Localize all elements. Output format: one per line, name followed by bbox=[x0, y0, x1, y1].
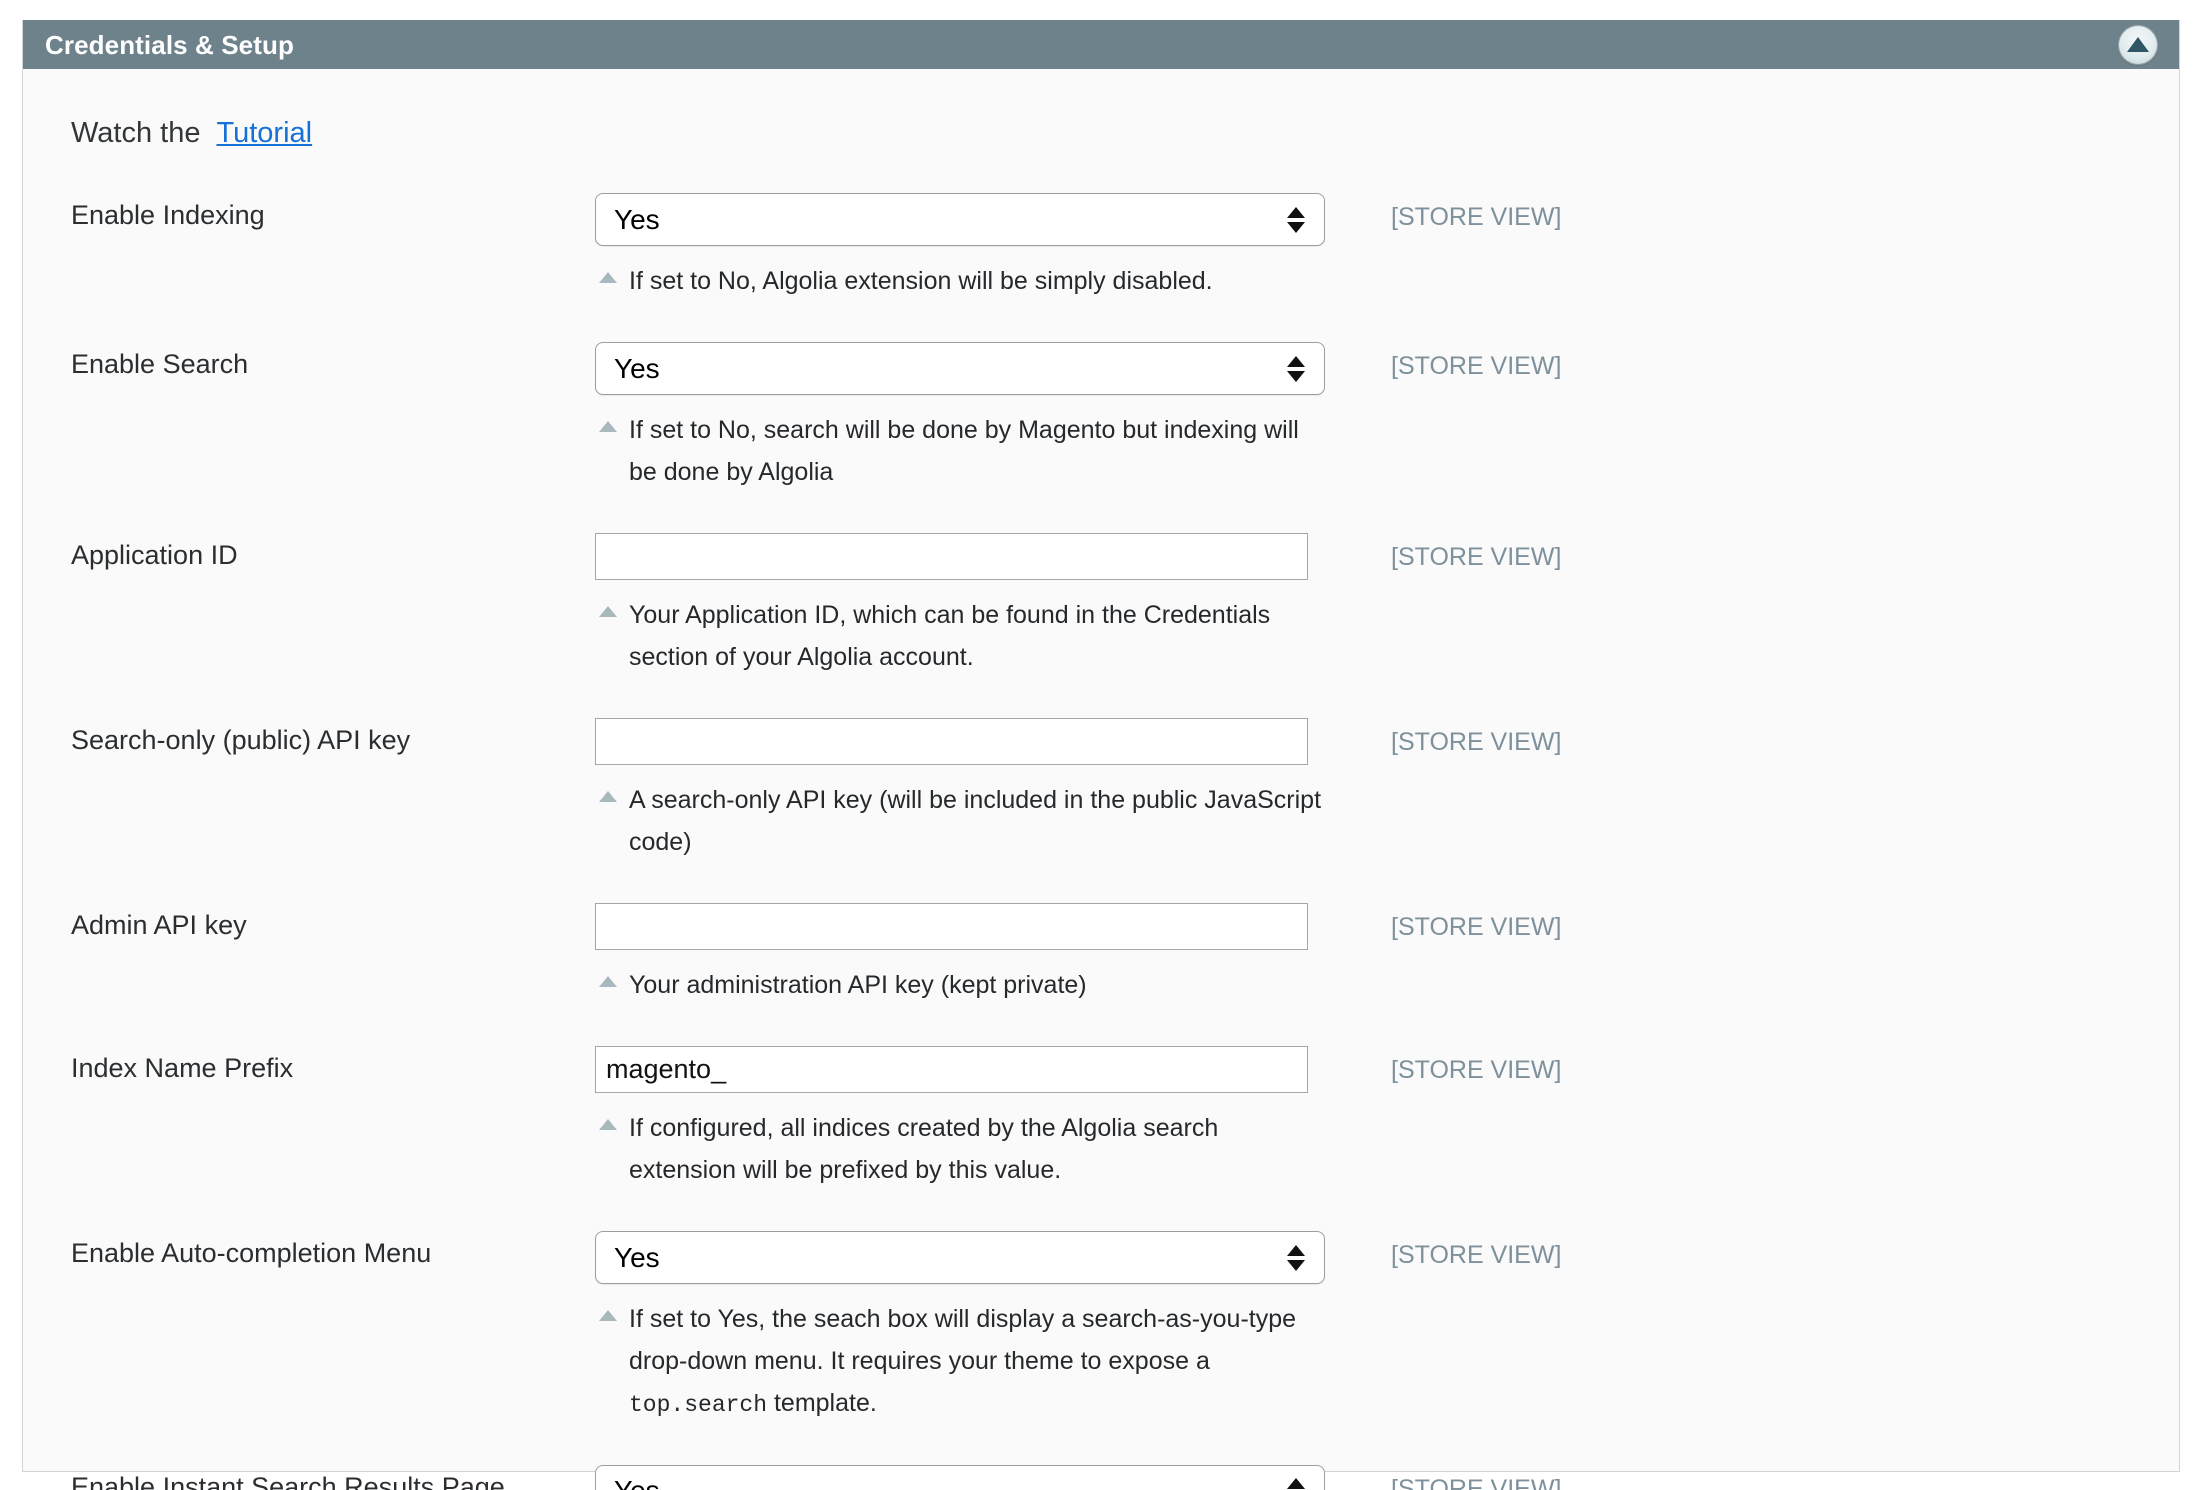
field-control: Yes If set to No, search will be done by … bbox=[595, 342, 1325, 493]
select-stepper-arrows-icon[interactable] bbox=[1287, 1478, 1305, 1490]
chevron-up-icon bbox=[1287, 1244, 1305, 1256]
field-label: Enable Indexing bbox=[71, 200, 265, 230]
scope-label: [STORE VIEW] bbox=[1391, 1474, 1562, 1490]
hint-text: A search-only API key (will be included … bbox=[629, 786, 1322, 856]
chevron-down-icon bbox=[1287, 1259, 1305, 1271]
field-row-enable-search: Enable Search Yes If set to No, search wil… bbox=[23, 342, 2179, 493]
field-label: Enable Instant Search Results Page bbox=[71, 1471, 505, 1490]
select-stepper-arrows-icon[interactable] bbox=[1287, 1244, 1305, 1271]
triangle-up-bullet-icon bbox=[599, 272, 617, 283]
field-label: Index Name Prefix bbox=[71, 1053, 294, 1083]
tutorial-prefix-label: Watch the bbox=[71, 117, 201, 149]
field-control: A search-only API key (will be included … bbox=[595, 718, 1325, 863]
hint-text: template. bbox=[767, 1389, 877, 1417]
select-enable-instant-search-results-page[interactable]: Yes bbox=[595, 1464, 1325, 1490]
scope-label: [STORE VIEW] bbox=[1391, 203, 1562, 231]
select-value: Yes bbox=[614, 1241, 660, 1273]
field-row-enable-instant-search-results-page: Enable Instant Search Results Page YesIf … bbox=[23, 1464, 2179, 1490]
select-value: Yes bbox=[614, 1475, 660, 1490]
row-spacer bbox=[23, 302, 2179, 342]
scope-label: [STORE VIEW] bbox=[1391, 543, 1562, 571]
field-row-enable-auto-completion-menu: Enable Auto-completion Menu Yes If set to … bbox=[23, 1231, 2179, 1425]
input-search-only-public-api-key[interactable] bbox=[595, 718, 1308, 765]
hint-text: If set to No, Algolia extension will be … bbox=[629, 267, 1213, 295]
field-control: Yes If set to No, Algolia extension will … bbox=[595, 193, 1325, 302]
scope-label: [STORE VIEW] bbox=[1391, 913, 1562, 941]
hint-text: Your administration API key (kept privat… bbox=[629, 971, 1087, 999]
row-spacer bbox=[23, 1006, 2179, 1046]
tutorial-link[interactable]: Tutorial bbox=[216, 117, 312, 150]
field-label: Search-only (public) API key bbox=[71, 725, 411, 755]
tutorial-row: Watch the Tutorial bbox=[23, 117, 2179, 150]
triangle-up-bullet-icon bbox=[599, 606, 617, 617]
select-value: Yes bbox=[614, 203, 660, 235]
panel-title: Credentials & Setup bbox=[45, 29, 294, 60]
field-hint: If set to No, Algolia extension will be … bbox=[595, 260, 1325, 302]
chevron-up-icon bbox=[1287, 1478, 1305, 1490]
field-label: Enable Auto-completion Menu bbox=[71, 1238, 432, 1268]
page-root: Credentials & Setup Watch the Tutorial E… bbox=[0, 0, 2200, 1490]
field-control: Your administration API key (kept privat… bbox=[595, 903, 1325, 1006]
scope-label: [STORE VIEW] bbox=[1391, 1241, 1562, 1269]
field-hint: Your administration API key (kept privat… bbox=[595, 964, 1325, 1006]
hint-text: Your Application ID, which can be found … bbox=[629, 601, 1271, 671]
row-spacer bbox=[23, 1425, 2179, 1465]
select-stepper-arrows-icon[interactable] bbox=[1287, 206, 1305, 233]
select-enable-search[interactable]: Yes bbox=[595, 342, 1325, 395]
field-control: Yes If set to Yes, the seach box will dis… bbox=[595, 1231, 1325, 1425]
field-hint: Your Application ID, which can be found … bbox=[595, 594, 1325, 678]
row-spacer bbox=[23, 678, 2179, 718]
field-control: If configured, all indices created by th… bbox=[595, 1046, 1325, 1191]
field-hint: If configured, all indices created by th… bbox=[595, 1107, 1325, 1191]
field-control: Your Application ID, which can be found … bbox=[595, 533, 1325, 678]
hint-text: If configured, all indices created by th… bbox=[629, 1114, 1219, 1184]
hint-code-text: top.search bbox=[629, 1392, 768, 1418]
triangle-up-bullet-icon bbox=[599, 791, 617, 802]
row-spacer bbox=[23, 1191, 2179, 1231]
collapse-toggle-button[interactable] bbox=[2119, 25, 2157, 64]
field-row-search-only-public-api-key: Search-only (public) API key A search-onl… bbox=[23, 718, 2179, 863]
fields-container: Enable Indexing Yes If set to No, Algolia … bbox=[23, 193, 2179, 1490]
panel-body: Watch the Tutorial Enable Indexing Yes If … bbox=[23, 69, 2179, 1490]
input-admin-api-key[interactable] bbox=[595, 903, 1308, 950]
field-hint: A search-only API key (will be included … bbox=[595, 779, 1325, 863]
credentials-setup-panel: Credentials & Setup Watch the Tutorial E… bbox=[22, 20, 2180, 1490]
field-row-admin-api-key: Admin API key Your administration API key… bbox=[23, 903, 2179, 1006]
scope-label: [STORE VIEW] bbox=[1391, 352, 1562, 380]
field-row-application-id: Application ID Your Application ID, which… bbox=[23, 533, 2179, 678]
hint-text: If set to Yes, the seach box will displa… bbox=[629, 1305, 1297, 1375]
chevron-up-icon bbox=[1287, 355, 1305, 367]
field-control: YesIf set to Yes, the products inside th… bbox=[595, 1464, 1325, 1490]
hint-text: If set to No, search will be done by Mag… bbox=[629, 416, 1299, 486]
input-index-name-prefix[interactable] bbox=[595, 1046, 1308, 1093]
chevron-down-icon bbox=[1287, 370, 1305, 382]
field-hint: If set to Yes, the seach box will displa… bbox=[595, 1298, 1325, 1425]
triangle-up-bullet-icon bbox=[599, 976, 617, 987]
row-spacer bbox=[23, 493, 2179, 533]
field-row-index-name-prefix: Index Name Prefix If configured, all indi… bbox=[23, 1046, 2179, 1191]
scope-label: [STORE VIEW] bbox=[1391, 728, 1562, 756]
input-application-id[interactable] bbox=[595, 533, 1308, 580]
triangle-up-bullet-icon bbox=[599, 1310, 617, 1321]
triangle-up-bullet-icon bbox=[599, 1119, 617, 1130]
scope-label: [STORE VIEW] bbox=[1391, 1056, 1562, 1084]
select-enable-auto-completion-menu[interactable]: Yes bbox=[595, 1231, 1325, 1284]
field-hint: If set to No, search will be done by Mag… bbox=[595, 409, 1325, 493]
select-value: Yes bbox=[614, 352, 660, 384]
field-row-enable-indexing: Enable Indexing Yes If set to No, Algolia … bbox=[23, 193, 2179, 302]
field-label: Admin API key bbox=[71, 910, 247, 940]
triangle-up-bullet-icon bbox=[599, 421, 617, 432]
chevron-down-icon bbox=[1287, 221, 1305, 233]
chevron-up-icon bbox=[1287, 206, 1305, 218]
triangle-up-icon bbox=[2127, 37, 2149, 52]
row-spacer bbox=[23, 863, 2179, 903]
select-stepper-arrows-icon[interactable] bbox=[1287, 355, 1305, 382]
field-label: Enable Search bbox=[71, 349, 249, 379]
panel-header: Credentials & Setup bbox=[23, 20, 2179, 69]
select-enable-indexing[interactable]: Yes bbox=[595, 193, 1325, 246]
field-label: Application ID bbox=[71, 540, 238, 570]
